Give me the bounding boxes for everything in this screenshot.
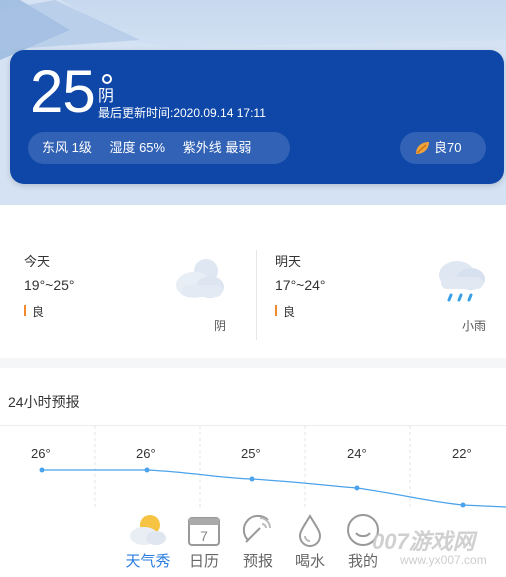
wind-info: 东风 1级 <box>42 140 92 155</box>
forecast-today[interactable]: 今天 19°~25° 良 阴 <box>24 235 254 335</box>
humidity-info: 湿度 65% <box>109 140 166 155</box>
hourly-forecast-title: 24小时预报 <box>8 394 80 410</box>
cloudy-icon <box>176 259 224 298</box>
temp-range: 17°~24° <box>275 277 326 293</box>
day-condition: 阴 <box>214 319 227 333</box>
tab-calendar[interactable]: 7 日历 <box>176 508 232 571</box>
uv-info: 紫外线 最弱 <box>182 140 252 155</box>
calendar-icon: 7 <box>188 517 220 546</box>
weather-show-icon <box>130 515 166 545</box>
forecast-tomorrow[interactable]: 明天 17°~24° 良 小雨 <box>275 235 505 335</box>
weather-details-pill: 东风 1级 湿度 65% 紫外线 最弱 <box>28 132 290 164</box>
svg-text:7: 7 <box>200 528 208 544</box>
hourly-temp: 26° <box>31 446 51 461</box>
tab-label: 预报 <box>242 553 273 570</box>
light-rain-icon <box>439 261 485 302</box>
hourly-temp: 25° <box>241 446 261 461</box>
current-temperature: 25 <box>30 58 96 125</box>
forecast-divider <box>256 250 257 340</box>
hourly-temp: 24° <box>347 446 367 461</box>
watermark-url: www.yx007.com <box>400 553 487 567</box>
aqi-value: 良70 <box>434 140 462 155</box>
tab-drink-water[interactable]: 喝水 <box>282 508 338 571</box>
leaf-icon <box>416 142 429 154</box>
day-label: 今天 <box>24 254 51 269</box>
tab-forecast[interactable]: 预报 <box>230 508 286 571</box>
temp-range: 19°~25° <box>24 277 75 293</box>
current-weather-card: 25 阴 最后更新时间:2020.09.14 17:11 东风 1级 湿度 65… <box>10 50 504 184</box>
current-condition: 阴 <box>98 88 115 105</box>
hourly-temp: 26° <box>136 446 156 461</box>
daily-forecast: 今天 19°~25° 良 阴 明天 17°~24° 良 小雨 <box>0 235 506 350</box>
tab-weather-show[interactable]: 天气秀 <box>120 508 176 571</box>
water-drop-icon <box>298 514 322 547</box>
tab-label: 喝水 <box>294 553 325 570</box>
satellite-icon <box>242 514 271 543</box>
watermark: 007游戏网 <box>372 529 475 554</box>
tab-label: 日历 <box>188 553 219 570</box>
last-updated: 最后更新时间:2020.09.14 17:11 <box>98 106 266 120</box>
aqi-level: 良 <box>24 303 44 320</box>
day-condition: 小雨 <box>462 319 487 333</box>
day-label: 明天 <box>275 254 302 269</box>
aqi-badge[interactable]: 良70 <box>400 132 486 164</box>
section-separator <box>0 358 506 368</box>
tab-label: 天气秀 <box>125 553 171 570</box>
hourly-temp: 22° <box>452 446 472 461</box>
aqi-level: 良 <box>275 303 295 320</box>
